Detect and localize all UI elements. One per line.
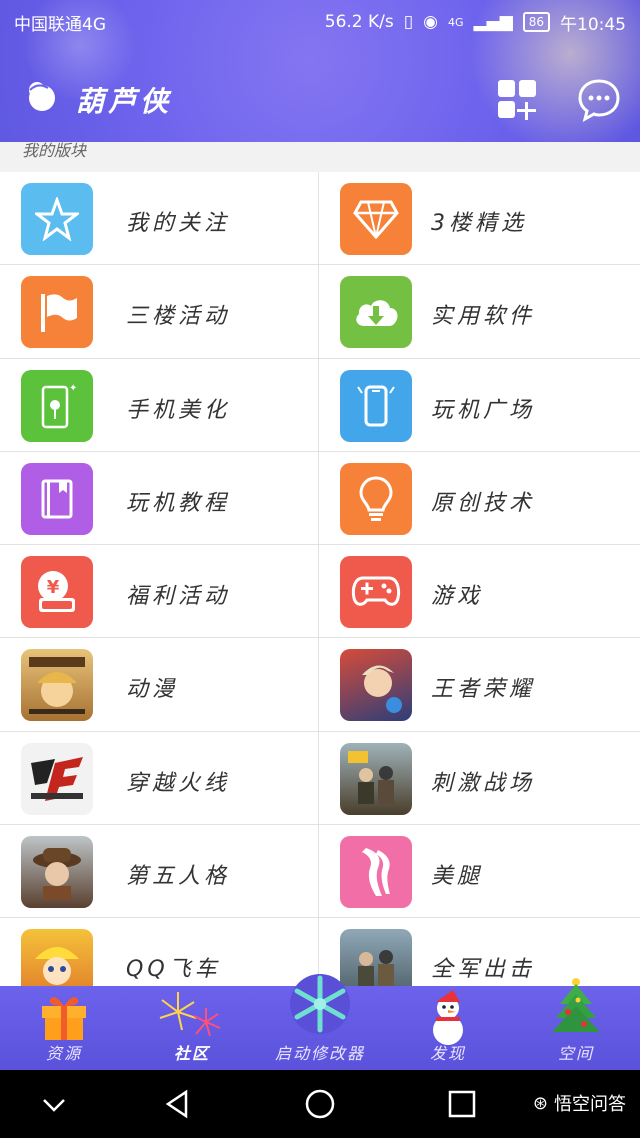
board-label: 动漫 — [126, 677, 179, 703]
bottom-tab-bar: 资源 社区 启动修改器 发现 空间 — [0, 974, 640, 1070]
board-label: 美腿 — [431, 864, 484, 890]
board-item-tutorial[interactable]: 玩机教程 — [0, 451, 319, 546]
board-label: 王者荣耀 — [431, 677, 536, 703]
tab-label: 空间 — [557, 1044, 594, 1063]
board-item-plaza[interactable]: 玩机广场 — [319, 358, 640, 452]
system-navigation-bar: ⊛ 悟空问答 — [0, 1070, 640, 1138]
board-label: 全军出击 — [431, 957, 536, 983]
identity-v-thumbnail — [21, 836, 93, 909]
svg-text:¥: ¥ — [47, 577, 60, 598]
diamond-icon — [340, 183, 412, 255]
tab-space[interactable]: 空间 — [512, 978, 640, 1070]
board-item-honor-of-kings[interactable]: 王者荣耀 — [319, 638, 640, 732]
board-label: 原创技术 — [431, 490, 536, 516]
lightbulb-icon — [340, 462, 412, 535]
board-item-pubg-mobile[interactable]: 刺激战场 — [319, 731, 640, 826]
anime-thumbnail — [21, 649, 93, 722]
legs-icon — [340, 836, 412, 909]
board-label: 3楼精选 — [431, 211, 527, 236]
section-label-my-boards: 我的版块 — [0, 142, 640, 172]
board-item-anime[interactable]: 动漫 — [0, 638, 319, 732]
board-label: 刺激战场 — [431, 770, 536, 796]
app-title: 葫芦侠 — [76, 85, 173, 118]
svg-text:✦: ✦ — [69, 383, 77, 394]
board-label: 穿越火线 — [126, 770, 231, 796]
board-item-beautify[interactable]: ✦ 手机美化 — [0, 358, 319, 452]
network-type: 4G — [447, 15, 464, 29]
add-board-grid-icon[interactable] — [496, 78, 540, 122]
board-item-software[interactable]: 实用软件 — [319, 265, 640, 359]
status-bar: 中国联通4G 56.2 K/s ▯ ◉ 4G ▂▄▆ 86 午10:45 — [0, 0, 640, 44]
tab-label: 资源 — [45, 1044, 82, 1063]
snowflake-icon — [290, 974, 350, 1034]
back-icon[interactable] — [162, 1088, 194, 1120]
eye-icon: ◉ — [423, 12, 438, 32]
carrier-text: 中国联通4G — [14, 14, 106, 35]
pubg-thumbnail — [340, 742, 412, 815]
board-label: 三楼活动 — [126, 304, 231, 330]
honor-of-kings-thumbnail — [340, 649, 412, 722]
tab-launch-modifier[interactable]: 启动修改器 — [256, 974, 384, 1070]
gourd-logo-icon[interactable] — [24, 78, 60, 114]
board-label: 实用软件 — [431, 304, 536, 330]
watermark: ⊛ 悟空问答 — [533, 1090, 626, 1116]
board-item-welfare[interactable]: ¥ 福利活动 — [0, 545, 319, 639]
phone-flower-icon: ✦ — [21, 369, 93, 442]
battery-icon: 86 — [522, 12, 550, 32]
network-speed: 56.2 K/s — [324, 12, 394, 32]
board-label: 手机美化 — [126, 397, 231, 423]
watermark-logo-icon: ⊛ — [532, 1092, 548, 1114]
phone-icon — [340, 369, 412, 442]
app-header: 中国联通4G 56.2 K/s ▯ ◉ 4G ▂▄▆ 86 午10:45 葫芦侠 — [0, 0, 640, 142]
message-icon[interactable] — [576, 78, 622, 122]
board-label: 我的关注 — [126, 211, 231, 236]
recents-icon[interactable] — [446, 1088, 478, 1120]
board-label: 游戏 — [431, 584, 484, 610]
tab-resources[interactable]: 资源 — [0, 986, 128, 1070]
tab-label: 启动修改器 — [274, 1044, 365, 1063]
tab-discover[interactable]: 发现 — [384, 986, 512, 1070]
board-label: 玩机广场 — [431, 397, 536, 423]
board-item-crossfire[interactable]: 穿越火线 — [0, 731, 319, 826]
christmas-tree-icon — [552, 978, 600, 1032]
board-item-qq-speed[interactable]: QQ飞车 — [0, 918, 319, 986]
cloud-download-icon — [340, 276, 412, 349]
board-label: QQ飞车 — [126, 957, 221, 983]
board-item-events[interactable]: 三楼活动 — [0, 265, 319, 359]
gift-yuan-icon: ¥ — [21, 556, 93, 629]
gift-icon — [42, 997, 86, 1040]
home-icon[interactable] — [304, 1088, 336, 1120]
watermark-text: 悟空问答 — [554, 1094, 626, 1115]
board-item-legs[interactable]: 美腿 — [319, 825, 640, 919]
star-icon — [21, 183, 93, 255]
tab-label: 发现 — [429, 1044, 466, 1063]
tab-community[interactable]: 社区 — [128, 986, 256, 1070]
tab-label: 社区 — [173, 1044, 210, 1063]
firework-icon — [159, 992, 221, 1037]
chevron-down-icon[interactable] — [38, 1088, 70, 1120]
book-icon — [21, 462, 93, 535]
board-item-original-tech[interactable]: 原创技术 — [319, 451, 640, 546]
board-item-identity-v[interactable]: 第五人格 — [0, 825, 319, 919]
signal-icon: ▂▄▆ — [473, 12, 513, 32]
board-label: 第五人格 — [126, 864, 231, 890]
snowman-icon — [433, 990, 463, 1045]
board-grid: 我的关注 3楼精选 三楼活动 实用软件 ✦ 手机美化 玩机广场 玩机教程 原创技… — [0, 172, 640, 986]
board-item-following[interactable]: 我的关注 — [0, 172, 319, 266]
board-label: 玩机教程 — [126, 490, 231, 516]
crossfire-thumbnail — [21, 742, 93, 815]
clock: 午10:45 — [560, 14, 626, 35]
board-label: 福利活动 — [126, 584, 231, 610]
qq-speed-thumbnail — [21, 929, 93, 986]
board-item-featured[interactable]: 3楼精选 — [319, 172, 640, 266]
vibrate-icon: ▯ — [403, 12, 414, 32]
flag-icon — [21, 276, 93, 349]
board-item-games[interactable]: 游戏 — [319, 545, 640, 639]
gamepad-icon — [340, 556, 412, 629]
